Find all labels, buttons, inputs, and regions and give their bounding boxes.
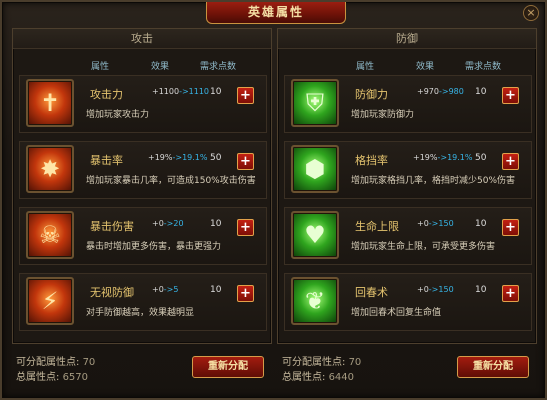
close-icon[interactable]: × [523, 5, 539, 21]
attribute-description: 增加玩家攻击力 [86, 110, 150, 120]
add-point-button[interactable]: + [502, 219, 519, 236]
free-points-label: 可分配属性点: [282, 357, 346, 368]
attribute-name: 暴击伤害 [90, 220, 134, 233]
attribute-row-ignore-defense: ⚡ 无视防御 +0->5 10 + 对手防御越高，效果越明显 [19, 273, 267, 331]
attribute-name: 回春术 [355, 286, 388, 299]
block-shield-icon: ⬢ [291, 145, 339, 193]
attribute-description: 增加回春术回复生命值 [351, 308, 442, 318]
free-points-attack: 可分配属性点: 70 [16, 353, 95, 368]
attribute-description: 增加玩家生命上限，可承受更多伤害 [351, 242, 496, 252]
total-points-defense: 总属性点: 6440 [282, 368, 354, 383]
attribute-cost: 10 [210, 87, 222, 97]
free-points-label: 可分配属性点: [16, 357, 80, 368]
attribute-row-crit-rate: ✸ 暴击率 +19%->19.1% 50 + 增加玩家暴击几率，可造成150%攻… [19, 141, 267, 199]
effect-next: ->5 [163, 285, 179, 294]
total-points-attack: 总属性点: 6570 [16, 368, 88, 383]
effect-next: ->150 [428, 285, 454, 294]
heart-hands-icon: ♥ [291, 211, 339, 259]
column-header-effect: 效果 [416, 62, 435, 72]
total-points-label: 总属性点: [282, 372, 326, 383]
total-points-label: 总属性点: [16, 372, 60, 383]
effect-current: +0 [417, 285, 429, 294]
attribute-cost: 10 [475, 285, 487, 295]
effect-current: +19% [148, 153, 173, 162]
attribute-effect: +19%->19.1% [413, 153, 473, 162]
column-header-attr: 属性 [91, 62, 110, 72]
free-points-value: 70 [82, 357, 96, 368]
attribute-row-max-hp: ♥ 生命上限 +0->150 10 + 增加玩家生命上限，可承受更多伤害 [284, 207, 532, 265]
attribute-name: 暴击率 [90, 154, 123, 167]
free-points-value: 70 [348, 357, 362, 368]
attribute-description: 增加玩家格挡几率，格挡时减少50%伤害 [351, 176, 516, 186]
attribute-row-defense: ⛨ 防御力 +970->980 10 + 增加玩家防御力 [284, 75, 532, 133]
effect-current: +0 [152, 219, 164, 228]
add-point-button[interactable]: + [502, 285, 519, 302]
attribute-cost: 10 [210, 219, 222, 229]
window-title: 英雄属性 [206, 2, 346, 24]
attribute-description: 暴击时增加更多伤害，暴击更强力 [86, 242, 222, 252]
attribute-cost: 10 [210, 285, 222, 295]
attribute-row-block-rate: ⬢ 格挡率 +19%->19.1% 50 + 增加玩家格挡几率，格挡时减少50%… [284, 141, 532, 199]
crit-flame-icon: ✸ [26, 145, 74, 193]
attribute-description: 对手防御越高，效果越明显 [86, 308, 195, 318]
column-header-cost: 需求点数 [200, 62, 237, 72]
attribute-cost: 50 [210, 153, 222, 163]
effect-next: ->19.1% [172, 153, 208, 162]
effect-current: +19% [413, 153, 438, 162]
attribute-effect: +0->150 [417, 219, 454, 228]
total-points-value: 6440 [328, 372, 355, 383]
total-points-value: 6570 [62, 372, 89, 383]
reset-attack-button[interactable]: 重新分配 [192, 356, 264, 378]
effect-next: ->1110 [179, 87, 210, 96]
skull-icon: ☠ [26, 211, 74, 259]
attribute-cost: 50 [475, 153, 487, 163]
effect-current: +0 [152, 285, 164, 294]
column-header-attr: 属性 [356, 62, 375, 72]
effect-current: +0 [417, 219, 429, 228]
add-point-button[interactable]: + [502, 87, 519, 104]
attribute-cost: 10 [475, 87, 487, 97]
attribute-row-crit-damage: ☠ 暴击伤害 +0->20 10 + 暴击时增加更多伤害，暴击更强力 [19, 207, 267, 265]
sword-icon: ✝ [26, 79, 74, 127]
effect-current: +970 [417, 87, 439, 96]
attribute-name: 格挡率 [355, 154, 388, 167]
attribute-effect: +1100->1110 [152, 87, 209, 96]
add-point-button[interactable]: + [237, 285, 254, 302]
attribute-name: 无视防御 [90, 286, 134, 299]
add-point-button[interactable]: + [237, 153, 254, 170]
reset-defense-button[interactable]: 重新分配 [457, 356, 529, 378]
column-header-effect: 效果 [151, 62, 170, 72]
effect-next: ->150 [428, 219, 454, 228]
attribute-row-attack: ✝ 攻击力 +1100->1110 10 + 增加玩家攻击力 [19, 75, 267, 133]
add-point-button[interactable]: + [237, 87, 254, 104]
add-point-button[interactable]: + [237, 219, 254, 236]
effect-next: ->980 [438, 87, 464, 96]
attribute-name: 防御力 [355, 88, 388, 101]
attribute-effect: +0->20 [152, 219, 184, 228]
attribute-cost: 10 [475, 219, 487, 229]
defense-panel-header: 防御 [278, 29, 536, 49]
free-points-defense: 可分配属性点: 70 [282, 353, 361, 368]
attribute-name: 生命上限 [355, 220, 399, 233]
attribute-effect: +970->980 [417, 87, 464, 96]
shield-icon: ⛨ [291, 79, 339, 127]
regen-icon: ❦ [291, 277, 339, 325]
effect-next: ->20 [163, 219, 184, 228]
attack-panel: 攻击 属性 效果 需求点数 ✝ 攻击力 +1100->1110 10 + 增加玩… [12, 28, 272, 344]
attribute-name: 攻击力 [90, 88, 123, 101]
effect-current: +1100 [152, 87, 180, 96]
attribute-description: 增加玩家暴击几率，可造成150%攻击伤害 [86, 176, 256, 186]
effect-next: ->19.1% [437, 153, 473, 162]
attack-panel-header: 攻击 [13, 29, 271, 49]
add-point-button[interactable]: + [502, 153, 519, 170]
attribute-effect: +0->150 [417, 285, 454, 294]
attribute-effect: +0->5 [152, 285, 178, 294]
attribute-row-regeneration: ❦ 回春术 +0->150 10 + 增加回春术回复生命值 [284, 273, 532, 331]
defense-panel: 防御 属性 效果 需求点数 ⛨ 防御力 +970->980 10 + 增加玩家防… [277, 28, 537, 344]
column-header-cost: 需求点数 [465, 62, 502, 72]
pierce-icon: ⚡ [26, 277, 74, 325]
attribute-effect: +19%->19.1% [148, 153, 208, 162]
hero-attributes-window: 英雄属性 × 攻击 属性 效果 需求点数 ✝ 攻击力 +1100->1110 1… [0, 0, 547, 400]
attribute-description: 增加玩家防御力 [351, 110, 415, 120]
